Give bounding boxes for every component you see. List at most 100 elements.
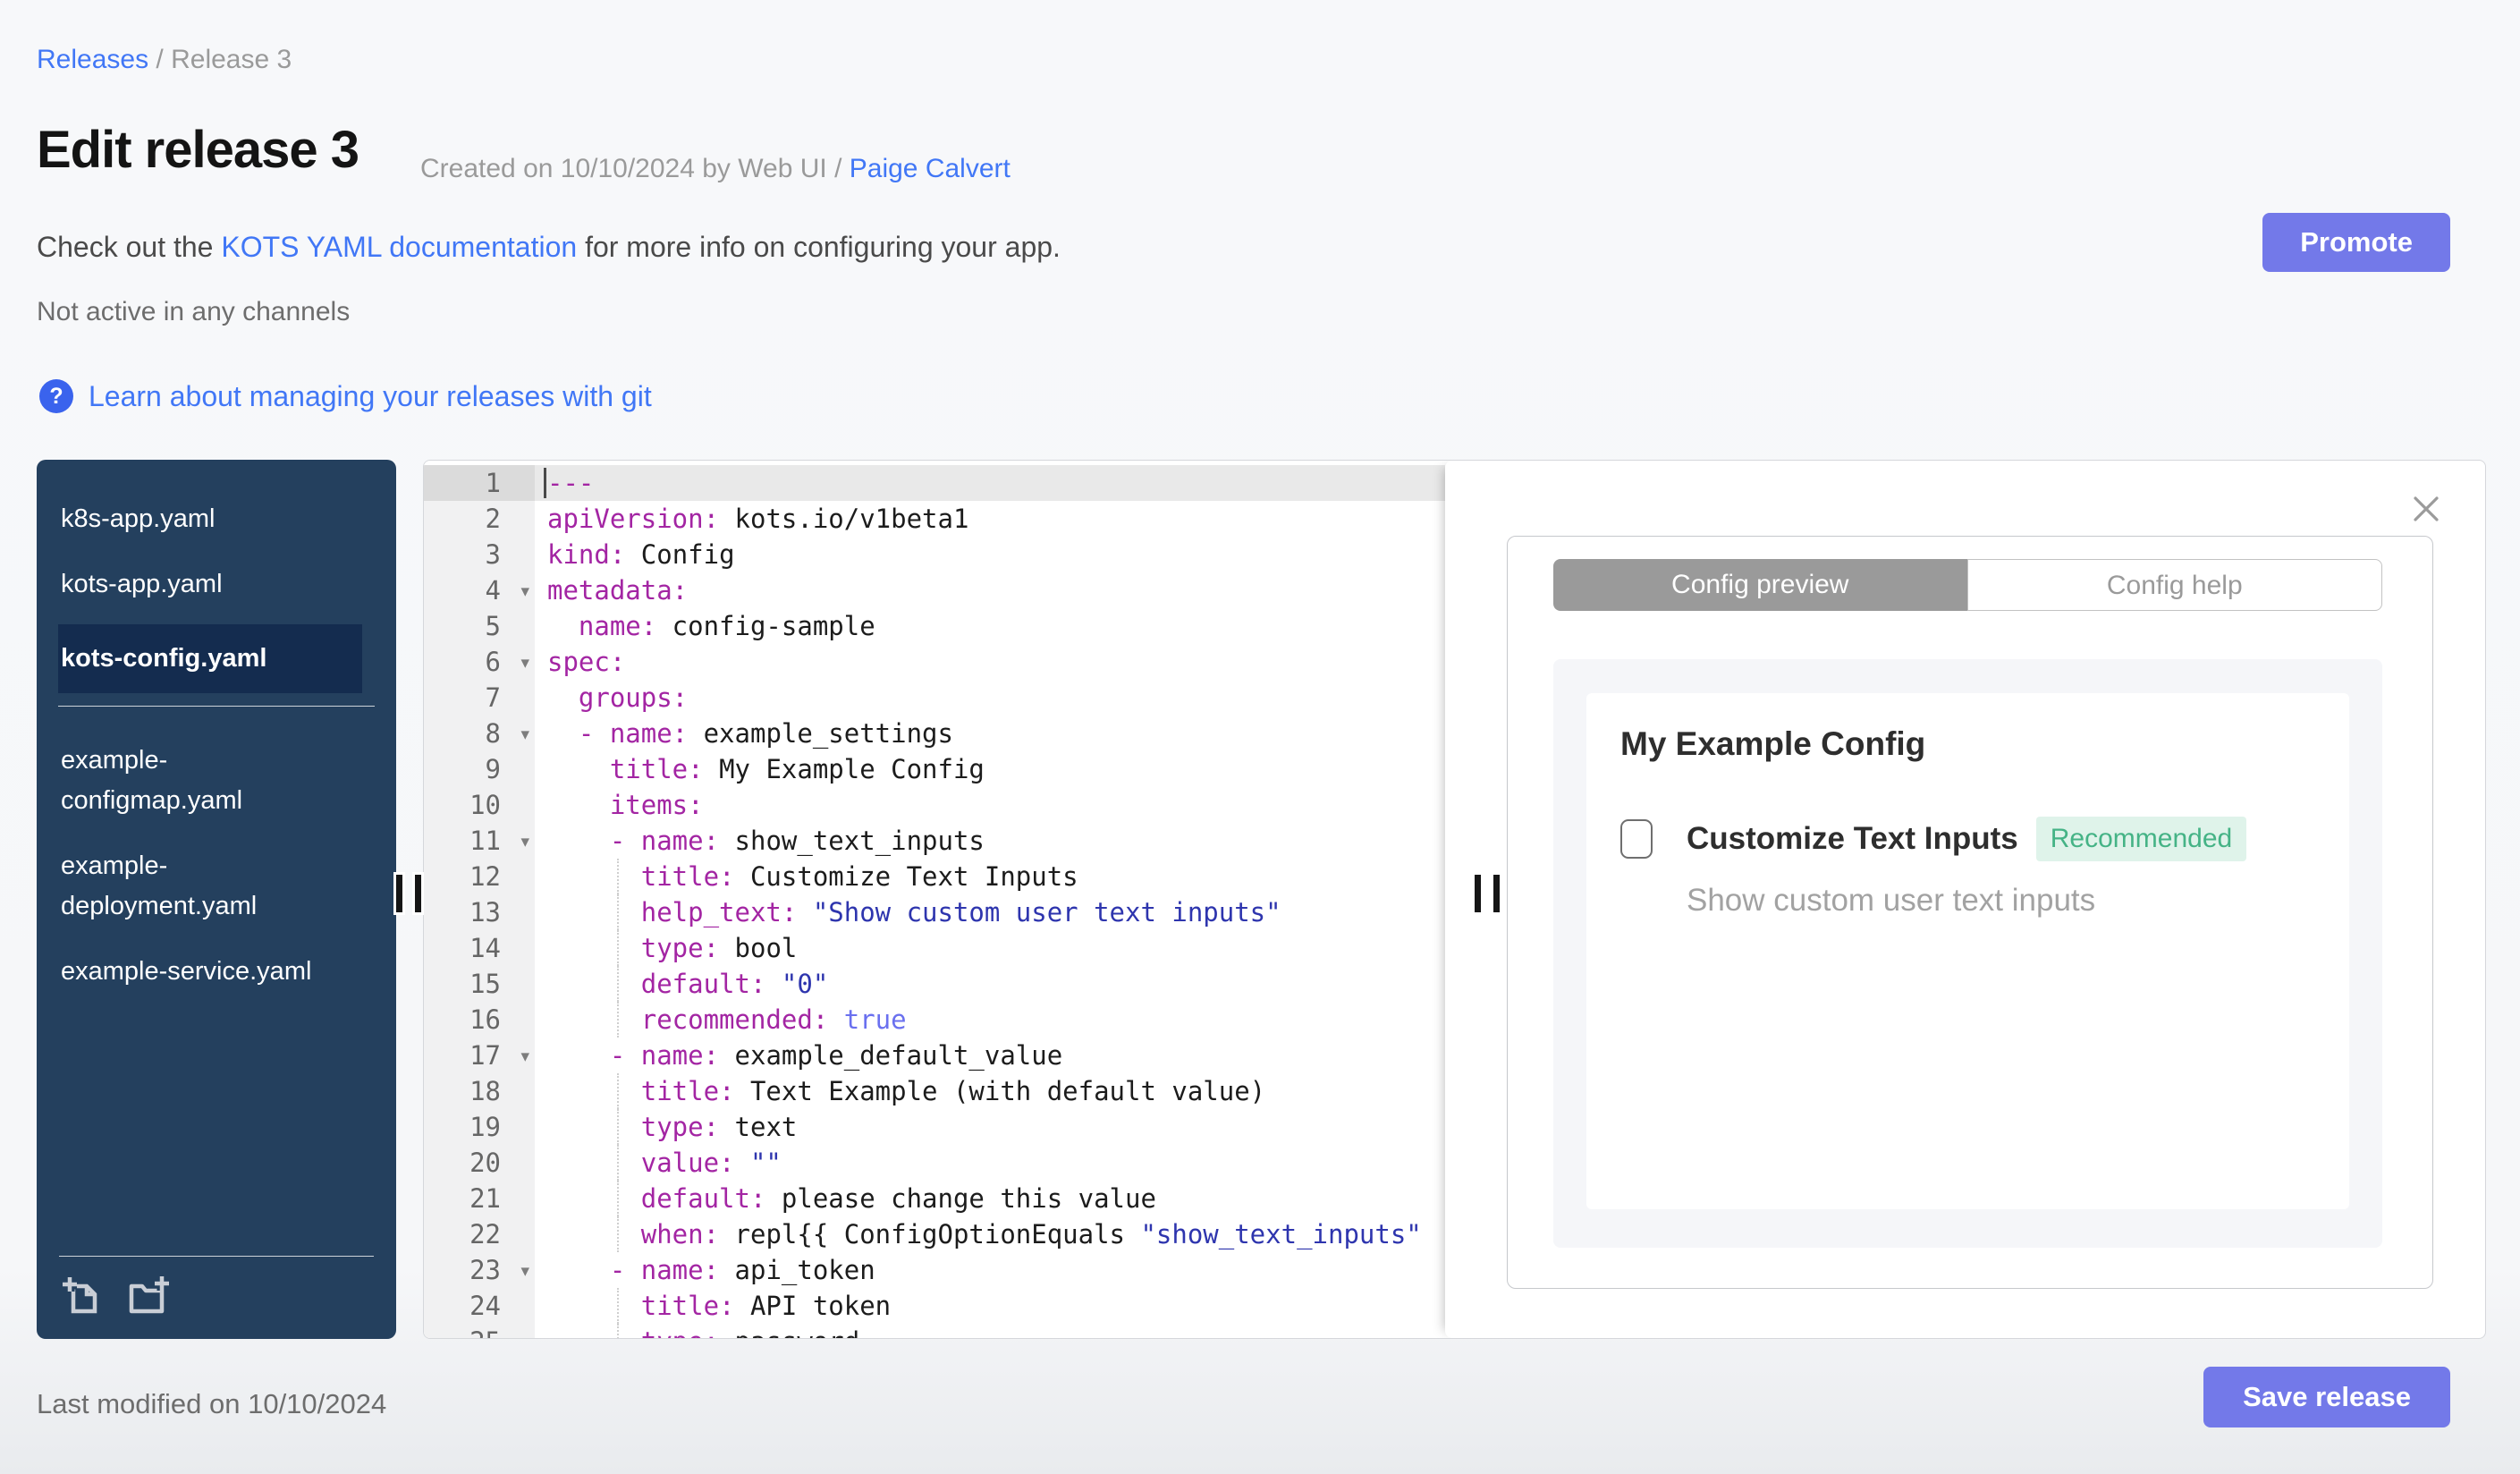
code-line-22[interactable]: 22 when: repl{{ ConfigOptionEquals "show… <box>424 1216 1445 1252</box>
channel-status: Not active in any channels <box>37 297 351 326</box>
code-text: items: <box>535 787 1445 823</box>
token-plain: example_settings <box>688 718 953 749</box>
code-line-13[interactable]: 13 help_text: "Show custom user text inp… <box>424 894 1445 930</box>
config-item-checkbox[interactable] <box>1620 819 1653 859</box>
code-line-15[interactable]: 15 default: "0" <box>424 966 1445 1002</box>
code-line-6[interactable]: 6 ▾ spec: <box>424 644 1445 680</box>
code-text: - name: show_text_inputs <box>535 823 1445 859</box>
token-plain: Config <box>625 539 735 570</box>
line-number: 20 <box>424 1145 535 1181</box>
file-tree-item-example-service.yaml[interactable]: example-service.yaml <box>58 939 362 1004</box>
code-line-12[interactable]: 12 title: Customize Text Inputs <box>424 859 1445 894</box>
breadcrumb-link-releases[interactable]: Releases <box>37 45 148 74</box>
kots-yaml-docs-link[interactable]: KOTS YAML documentation <box>221 231 577 263</box>
file-tree-item-example-configmap.yaml[interactable]: example-configmap.yaml <box>58 728 362 834</box>
docs-line: Check out the KOTS YAML documentation fo… <box>37 231 1061 264</box>
token-string: "0" <box>765 969 829 999</box>
code-line-24[interactable]: 24 title: API token <box>424 1288 1445 1324</box>
code-line-17[interactable]: 17 ▾ - name: example_default_value <box>424 1038 1445 1073</box>
text-cursor <box>544 468 546 498</box>
resize-grip-bar <box>415 875 421 912</box>
code-line-14[interactable]: 14 type: bool <box>424 930 1445 966</box>
line-number: 12 <box>424 859 535 894</box>
token-key: name: <box>547 611 657 641</box>
line-number: 4 ▾ <box>424 572 535 608</box>
line-number: 15 <box>424 966 535 1002</box>
yaml-editor[interactable]: 1 --- 2 apiVersion: kots.io/v1beta1 3 kind: C… <box>424 461 1445 1338</box>
close-icon <box>2414 496 2439 521</box>
fold-arrow-icon[interactable]: ▾ <box>520 1038 529 1074</box>
code-text: apiVersion: kots.io/v1beta1 <box>535 501 1445 537</box>
line-number: 3 <box>424 537 535 572</box>
code-line-2[interactable]: 2 apiVersion: kots.io/v1beta1 <box>424 501 1445 537</box>
fold-arrow-icon[interactable]: ▾ <box>520 824 529 860</box>
created-author-link[interactable]: Paige Calvert <box>850 154 1011 183</box>
code-line-1[interactable]: 1 --- <box>424 465 1445 501</box>
token-key: default: <box>547 969 766 999</box>
created-line: Created on 10/10/2024 by Web UI / Paige … <box>420 154 1011 184</box>
code-line-4[interactable]: 4 ▾ metadata: <box>424 572 1445 608</box>
preview-resize-handle[interactable] <box>1475 875 1516 914</box>
code-text: name: config-sample <box>535 608 1445 644</box>
tab-config-help[interactable]: Config help <box>1966 559 2382 611</box>
token-string: "" <box>734 1148 782 1178</box>
token-key: - name: <box>547 1040 720 1071</box>
token-string: "Show custom user text inputs" <box>797 897 1281 928</box>
token-plain: text <box>719 1112 798 1142</box>
token-key: metadata: <box>547 575 689 606</box>
code-text: type: text <box>535 1109 1445 1145</box>
fold-arrow-icon[interactable]: ▾ <box>520 573 529 609</box>
line-number: 22 <box>424 1216 535 1252</box>
code-text: default: please change this value <box>535 1181 1445 1216</box>
code-line-23[interactable]: 23 ▾ - name: api_token <box>424 1252 1445 1288</box>
fold-arrow-icon[interactable]: ▾ <box>520 1253 529 1289</box>
close-preview-button[interactable] <box>2410 493 2442 525</box>
code-text: type: password <box>535 1324 1445 1338</box>
code-line-5[interactable]: 5 name: config-sample <box>424 608 1445 644</box>
file-tree-footer <box>59 1256 374 1321</box>
line-number: 24 <box>424 1288 535 1324</box>
token-key: value: <box>547 1148 735 1178</box>
file-tree-item-kots-app.yaml[interactable]: kots-app.yaml <box>58 552 362 617</box>
code-line-19[interactable]: 19 type: text <box>424 1109 1445 1145</box>
docs-suffix: for more info on configuring your app. <box>577 231 1061 263</box>
file-tree-item-k8s-app.yaml[interactable]: k8s-app.yaml <box>58 487 362 552</box>
code-line-20[interactable]: 20 value: "" <box>424 1145 1445 1181</box>
git-help-row: ? Learn about managing your releases wit… <box>39 379 652 413</box>
add-file-icon[interactable] <box>62 1275 103 1316</box>
file-tree-item-example-deployment.yaml[interactable]: example-deployment.yaml <box>58 834 362 939</box>
docs-prefix: Check out the <box>37 231 222 263</box>
code-line-9[interactable]: 9 title: My Example Config <box>424 751 1445 787</box>
add-folder-icon[interactable] <box>128 1275 171 1316</box>
breadcrumb-current: Release 3 <box>171 45 292 74</box>
tab-config-preview[interactable]: Config preview <box>1553 559 1967 611</box>
file-name-label: kots-app.yaml <box>61 570 223 598</box>
token-plain: please change this value <box>765 1183 1156 1214</box>
code-line-3[interactable]: 3 kind: Config <box>424 537 1445 572</box>
code-line-11[interactable]: 11 ▾ - name: show_text_inputs <box>424 823 1445 859</box>
code-line-18[interactable]: 18 title: Text Example (with default val… <box>424 1073 1445 1109</box>
code-line-7[interactable]: 7 groups: <box>424 680 1445 716</box>
code-line-8[interactable]: 8 ▾ - name: example_settings <box>424 716 1445 751</box>
resize-grip-bar <box>1493 875 1500 912</box>
line-number: 1 <box>424 465 535 501</box>
token-key: items: <box>547 790 704 820</box>
code-line-10[interactable]: 10 items: <box>424 787 1445 823</box>
token-key: default: <box>547 1183 766 1214</box>
git-releases-link[interactable]: Learn about managing your releases with … <box>89 380 652 413</box>
code-text: default: "0" <box>535 966 1445 1002</box>
token-plain: repl{{ ConfigOptionEquals <box>719 1219 1141 1250</box>
code-line-21[interactable]: 21 default: please change this value <box>424 1181 1445 1216</box>
fold-arrow-icon[interactable]: ▾ <box>520 645 529 681</box>
code-line-16[interactable]: 16 recommended: true <box>424 1002 1445 1038</box>
fold-arrow-icon[interactable]: ▾ <box>520 716 529 752</box>
release-editor-page: Releases / Release 3 Edit release 3 Crea… <box>0 0 2520 1474</box>
save-release-button[interactable]: Save release <box>2203 1367 2450 1427</box>
code-text: title: My Example Config <box>535 751 1445 787</box>
code-line-25[interactable]: 25 type: password <box>424 1324 1445 1338</box>
sidebar-resize-handle[interactable] <box>396 875 437 914</box>
config-item-row: Customize Text Inputs Recommended <box>1620 817 2247 861</box>
promote-button[interactable]: Promote <box>2262 213 2450 272</box>
token-key: kind: <box>547 539 626 570</box>
file-tree-item-kots-config.yaml[interactable]: kots-config.yaml <box>58 624 362 693</box>
